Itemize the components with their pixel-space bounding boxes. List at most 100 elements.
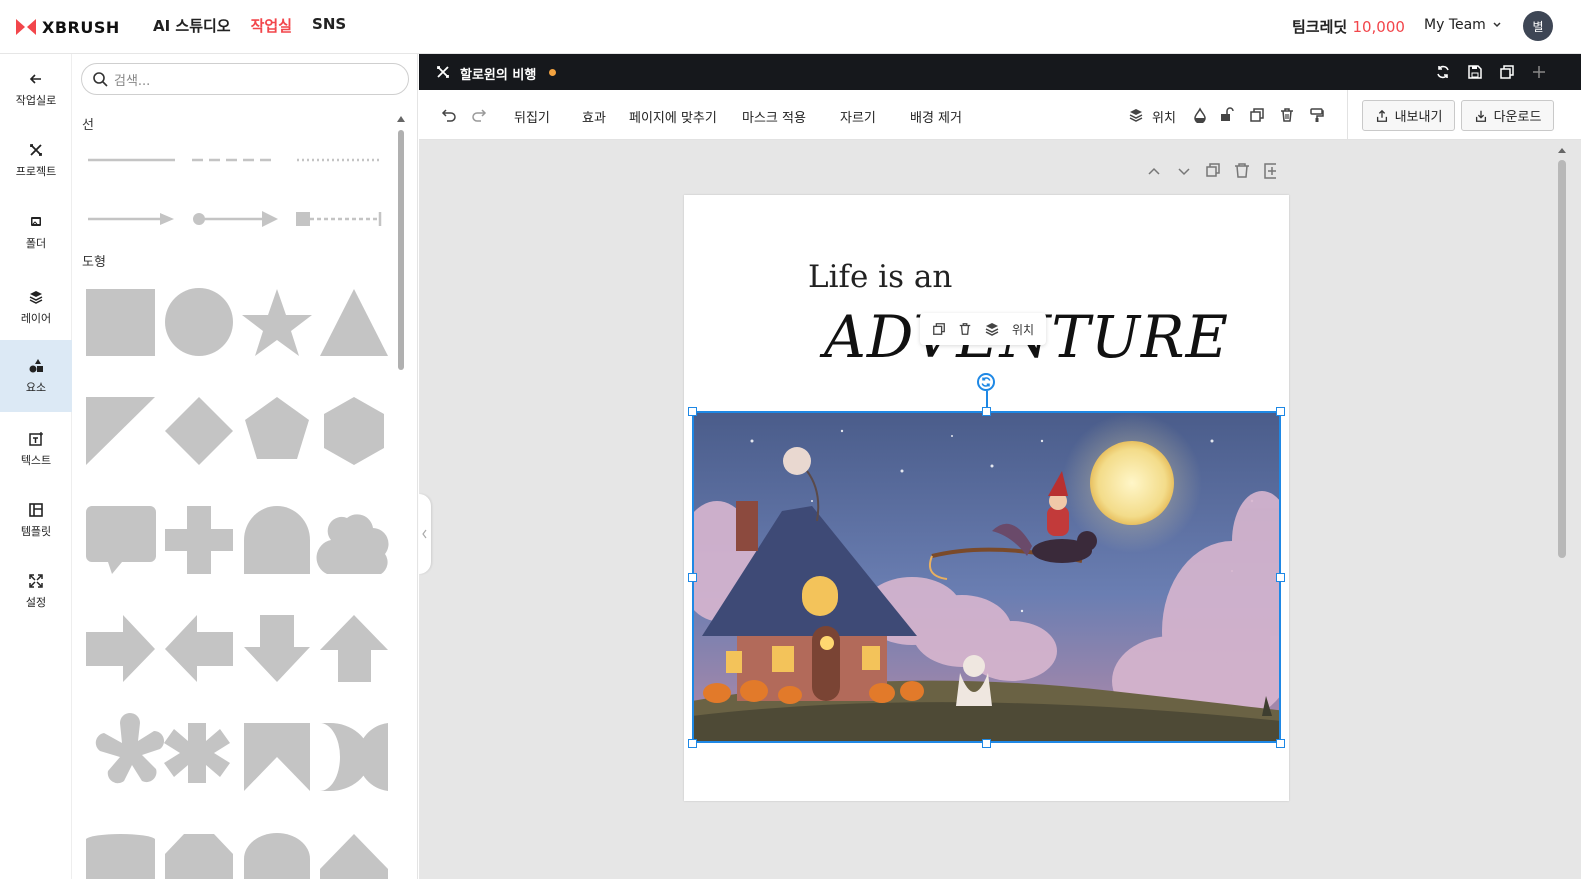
- paint-roller-icon[interactable]: [1309, 107, 1325, 123]
- page-duplicate-icon[interactable]: [1206, 163, 1220, 177]
- layers-icon: [29, 290, 43, 304]
- rail-item-back[interactable]: 작업실로: [0, 54, 72, 124]
- line-square-dashed[interactable]: [296, 212, 382, 226]
- shape-arrow-right[interactable]: [86, 615, 155, 682]
- search-input[interactable]: 검색...: [81, 63, 409, 95]
- page-up-icon[interactable]: [1148, 167, 1160, 175]
- rotate-handle[interactable]: [977, 373, 995, 391]
- page-add-icon[interactable]: [1264, 163, 1276, 179]
- shape-diamond[interactable]: [165, 397, 233, 465]
- panel-scrollbar[interactable]: [396, 116, 406, 876]
- folder-icon: [31, 216, 41, 226]
- apply-mask-button[interactable]: 마스크 적용: [742, 107, 806, 126]
- shape-arch[interactable]: [244, 506, 310, 574]
- rail-item-label: 설정: [25, 595, 47, 609]
- position-button[interactable]: 위치: [1152, 107, 1176, 126]
- page-down-icon[interactable]: [1178, 168, 1190, 176]
- rail-item-layers[interactable]: 레이어: [0, 272, 72, 342]
- shape-square[interactable]: [86, 289, 155, 356]
- canvas-scrollbar[interactable]: [1556, 140, 1568, 879]
- add-icon[interactable]: [1531, 64, 1547, 80]
- opacity-icon[interactable]: [1192, 107, 1208, 123]
- shape-cloud[interactable]: [316, 514, 389, 574]
- redo-icon[interactable]: [471, 107, 487, 123]
- shape-star[interactable]: [242, 289, 312, 356]
- rail-item-elements[interactable]: 요소: [0, 340, 72, 412]
- line-dot-arrow[interactable]: [193, 211, 278, 227]
- shape-circle[interactable]: [165, 288, 233, 356]
- document-title[interactable]: 할로윈의 비행: [460, 64, 536, 83]
- mini-position-label[interactable]: 위치: [1012, 321, 1034, 338]
- shape-hexagon[interactable]: [324, 397, 384, 465]
- brand-logo[interactable]: XBRUSH: [16, 15, 120, 39]
- shape-rounded-top[interactable]: [86, 834, 155, 879]
- resize-handle-top-left[interactable]: [688, 407, 697, 416]
- resize-handle-right[interactable]: [1276, 573, 1285, 582]
- resize-handle-top[interactable]: [982, 407, 991, 416]
- scroll-thumb[interactable]: [1558, 160, 1566, 558]
- rail-item-settings[interactable]: 설정: [0, 556, 72, 626]
- shape-octagon[interactable]: [165, 834, 233, 879]
- refresh-icon[interactable]: [1435, 64, 1451, 80]
- duplicate-icon[interactable]: [1249, 107, 1265, 123]
- edit-toolbar: 뒤집기 효과 페이지에 맞추기 마스크 적용 자르기 배경 제거 위치 내보내기…: [419, 90, 1581, 140]
- layers-icon[interactable]: [1128, 107, 1144, 123]
- trash-icon[interactable]: [958, 322, 972, 336]
- download-button[interactable]: 다운로드: [1461, 100, 1554, 131]
- resize-handle-bottom[interactable]: [982, 739, 991, 748]
- trash-icon[interactable]: [1279, 107, 1295, 123]
- team-selector[interactable]: My Team: [1424, 17, 1502, 33]
- shape-arrow-left[interactable]: [165, 615, 233, 682]
- rail-item-template[interactable]: 템플릿: [0, 485, 72, 555]
- duplicate-icon[interactable]: [932, 322, 946, 336]
- rail-item-label: 작업실로: [15, 93, 57, 107]
- section-shapes-title: 도형: [82, 255, 106, 270]
- shape-speech-bubble[interactable]: [86, 506, 156, 574]
- shape-flower[interactable]: [95, 713, 164, 784]
- shape-triangle[interactable]: [320, 289, 388, 356]
- shape-bowtie[interactable]: [320, 723, 388, 791]
- resize-handle-bottom-right[interactable]: [1276, 739, 1285, 748]
- shape-cross[interactable]: [165, 506, 233, 574]
- effect-button[interactable]: 효과: [582, 107, 606, 126]
- shape-arrow-up[interactable]: [320, 615, 388, 682]
- flip-button[interactable]: 뒤집기: [514, 107, 550, 126]
- shape-arrow-down[interactable]: [244, 615, 310, 682]
- nav-ai-studio[interactable]: AI 스튜디오: [153, 15, 231, 36]
- canvas-page[interactable]: Life is an ADVENTURE 위치: [684, 195, 1289, 801]
- shape-dome[interactable]: [244, 833, 310, 879]
- text-life-is-an[interactable]: Life is an: [808, 259, 952, 295]
- crop-button[interactable]: 자르기: [840, 107, 876, 126]
- remove-background-button[interactable]: 배경 제거: [910, 107, 962, 126]
- nav-workroom[interactable]: 작업실: [251, 15, 292, 36]
- undo-icon[interactable]: [441, 107, 457, 123]
- scroll-up-icon[interactable]: [1556, 145, 1568, 155]
- fit-page-button[interactable]: 페이지에 맞추기: [629, 107, 717, 126]
- shape-pentagon[interactable]: [245, 397, 309, 459]
- rail-item-text[interactable]: 텍스트: [0, 414, 72, 484]
- page-delete-icon[interactable]: [1235, 163, 1249, 178]
- halloween-illustration[interactable]: [692, 411, 1281, 743]
- scroll-thumb[interactable]: [398, 130, 404, 370]
- toolbar-divider: [1347, 90, 1348, 140]
- shape-right-triangle[interactable]: [86, 397, 155, 465]
- scroll-up-icon[interactable]: [397, 116, 405, 122]
- rail-item-folder[interactable]: 폴더: [0, 197, 72, 267]
- resize-handle-bottom-left[interactable]: [688, 739, 697, 748]
- resize-handle-top-right[interactable]: [1276, 407, 1285, 416]
- unlock-icon[interactable]: [1219, 107, 1235, 123]
- panel-collapse-handle[interactable]: [419, 494, 431, 574]
- export-button[interactable]: 내보내기: [1362, 100, 1455, 131]
- layers-icon[interactable]: [984, 321, 1000, 337]
- duplicate-icon[interactable]: [1499, 64, 1515, 80]
- rail-item-project[interactable]: 프로젝트: [0, 125, 72, 195]
- shape-bookmark[interactable]: [244, 723, 310, 791]
- save-icon[interactable]: [1467, 64, 1483, 80]
- nav-sns[interactable]: SNS: [312, 15, 346, 36]
- search-placeholder: 검색...: [114, 73, 151, 89]
- avatar[interactable]: 별: [1523, 11, 1553, 41]
- line-arrow[interactable]: [88, 213, 174, 225]
- shape-house[interactable]: [320, 834, 388, 879]
- resize-handle-left[interactable]: [688, 573, 697, 582]
- shape-asterisk[interactable]: [164, 723, 230, 783]
